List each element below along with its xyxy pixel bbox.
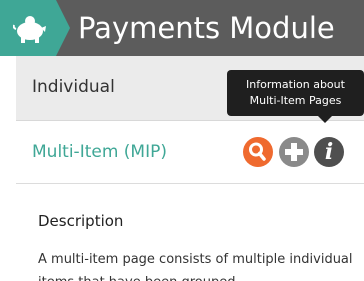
description-heading: Description (38, 212, 124, 230)
option-multi-item-label: Multi-Item (MIP) (32, 142, 167, 162)
add-button[interactable] (279, 137, 309, 167)
tooltip-line-2: Multi-Item Pages (249, 94, 342, 107)
tooltip-pointer (318, 116, 332, 123)
description-panel: Description A multi-item page consists o… (16, 184, 364, 281)
info-button[interactable]: i (314, 137, 344, 167)
module-logo (0, 0, 56, 56)
payments-module-panel: Payments Module Individual Multi-Item (M… (0, 0, 364, 281)
option-individual-label: Individual (32, 77, 115, 97)
tooltip-line-1: Information about (246, 78, 345, 91)
description-text: A multi-item page consists of multiple i… (38, 252, 353, 281)
add-icon (285, 143, 303, 161)
search-button[interactable] (243, 137, 273, 167)
module-header: Payments Module (0, 0, 364, 56)
info-icon: i (324, 139, 334, 165)
logo-arrow (56, 0, 70, 56)
piggy-bank-icon (13, 16, 46, 43)
module-title: Payments Module (78, 11, 335, 45)
search-icon (249, 142, 266, 161)
option-multi-item[interactable]: Multi-Item (MIP) i (16, 121, 364, 184)
info-tooltip: Information about Multi-Item Pages (227, 70, 364, 116)
